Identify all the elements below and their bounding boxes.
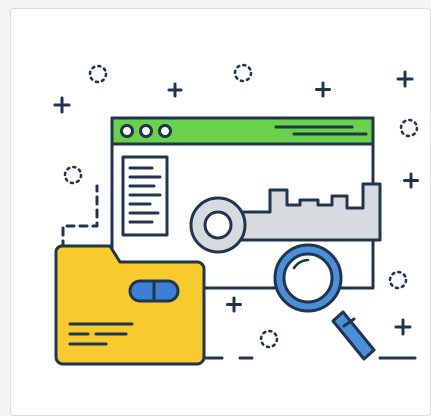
plus-icon [53,96,71,114]
folder-icon [54,244,206,366]
sparkle-icon [399,118,419,138]
dashed-connector [61,184,99,250]
sparkle-icon [88,64,108,84]
sparkle-icon [233,63,253,83]
plus-icon [226,296,242,313]
sparkle-icon [63,165,83,185]
plus-icon [167,82,183,98]
sparkle-icon [388,270,408,290]
plus-icon [315,81,331,98]
sparkle-icon [259,329,279,349]
plus-icon [403,172,419,189]
key-search-illustration [53,63,419,366]
plus-icon [396,70,414,88]
plus-icon [394,318,412,336]
document-icon [121,155,169,237]
